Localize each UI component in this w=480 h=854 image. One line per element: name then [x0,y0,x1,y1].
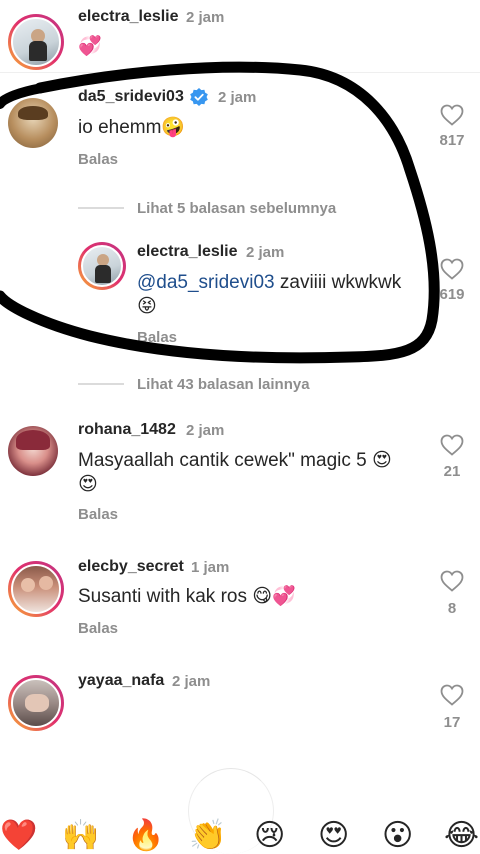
avatar[interactable] [8,426,58,476]
reply-button[interactable]: Balas [78,151,118,168]
thread-line [78,383,124,385]
like-count: 817 [439,132,465,149]
verified-badge-icon [190,88,208,106]
top-divider [0,72,480,73]
heart-icon[interactable] [440,570,464,592]
comment-username[interactable]: da5_sridevi03 [78,88,184,106]
avatar[interactable] [8,14,64,70]
comment-username[interactable]: electra_leslie [78,8,179,26]
comment-username[interactable]: elecby_secret [78,558,184,576]
comment-text-body: zaviiii wkwkwk [274,272,402,293]
comment-time: 2 jam [172,673,211,690]
view-previous-replies-button[interactable]: Lihat 5 balasan sebelumnya [137,200,336,217]
thread-line [78,207,124,209]
emoji-clap-button[interactable]: 👏 [189,818,226,854]
comment-time: 2 jam [218,89,257,106]
comment-text: @da5_sridevi03 zaviiii wkwkwk [137,270,401,296]
comment-time: 1 jam [191,559,230,576]
emoji-laughing-button[interactable]: 😂 [444,818,479,854]
comment-text: Susanti with kak ros 😋💞 [78,586,296,607]
like-count: 21 [443,463,461,480]
avatar[interactable] [8,675,64,731]
reply-button[interactable]: Balas [78,506,118,523]
heart-icon[interactable] [440,684,464,706]
comment-time: 2 jam [186,9,225,26]
like-count: 17 [443,714,461,731]
emoji-crying-button[interactable]: 😢 [254,818,285,854]
avatar[interactable] [8,561,64,617]
heart-icon[interactable] [440,434,464,456]
comment-time: 2 jam [246,244,285,261]
comment-username[interactable]: electra_leslie [137,243,238,261]
comment-text: io ehemm🤪 [78,117,186,138]
emoji-raised-hands-button[interactable]: 🙌 [62,818,99,854]
comment-text: 💞 [78,36,102,57]
view-more-replies-button[interactable]: Lihat 43 balasan lainnya [137,376,310,393]
comment-username[interactable]: yayaa_nafa [78,672,164,690]
mention-link[interactable]: @da5_sridevi03 [137,272,275,293]
reply-button[interactable]: Balas [137,329,177,346]
comment-text-line2: 😍 [78,474,98,495]
annotation-scribble [0,61,440,364]
emoji-surprised-button[interactable]: 😮 [382,818,413,854]
emoji-fire-button[interactable]: 🔥 [127,818,164,854]
comment-username[interactable]: rohana_1482 [78,421,176,439]
heart-icon[interactable] [440,258,464,280]
emoji-reaction-bar: ❤️ 🙌 🔥 👏 😢 😍 😮 😂 [0,818,480,854]
avatar[interactable] [78,242,126,290]
comment-text: Masyaallah cantik cewek" magic 5 😍 [78,450,392,471]
like-count: 619 [439,286,465,303]
emoji-heart-eyes-button[interactable]: 😍 [318,818,349,854]
comment-time: 2 jam [186,422,225,439]
heart-icon[interactable] [440,104,464,126]
reply-button[interactable]: Balas [78,620,118,637]
emoji-heart-button[interactable]: ❤️ [0,818,37,854]
comment-text-line2: 😝 [137,296,157,317]
like-count: 8 [447,600,457,617]
avatar[interactable] [8,98,58,148]
